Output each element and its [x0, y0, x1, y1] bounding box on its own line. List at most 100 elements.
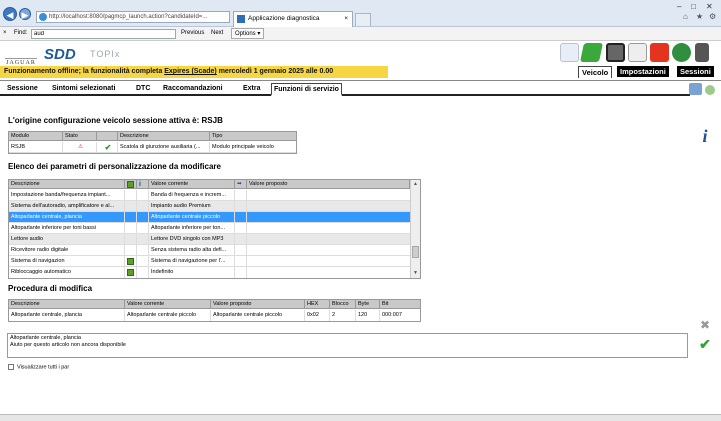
user-help-icon[interactable] [689, 83, 702, 95]
maximize-icon[interactable]: □ [691, 2, 696, 11]
param-row[interactable]: Sistema di navigazion Sistema di navigaz… [9, 256, 410, 267]
show-all-checkbox[interactable] [8, 364, 14, 370]
param-proposed[interactable] [247, 212, 410, 223]
param-row[interactable]: Sistema dell'autoradio, amplificatore e … [9, 201, 410, 212]
home-icon[interactable]: ⌂ [683, 12, 688, 21]
param-proposed[interactable] [247, 267, 410, 278]
param-row-selected[interactable]: Altoparlante centrale, plancia Altoparla… [9, 212, 410, 223]
back-button[interactable]: ◀ [3, 7, 17, 21]
help-magnifier-icon[interactable] [672, 43, 691, 62]
param-proposed[interactable] [247, 234, 410, 245]
param-arrow [235, 190, 247, 201]
param-row[interactable]: Ricevitore radio digitale Senza sistema … [9, 245, 410, 256]
param-scrollbar[interactable]: ▲ ▼ [410, 180, 420, 278]
menu-raccomandazioni[interactable]: Raccomandazioni [163, 83, 223, 94]
find-previous-button[interactable]: Previous [181, 27, 204, 40]
param-info [137, 212, 149, 223]
refresh-icon[interactable] [705, 85, 715, 95]
cell-modulo: RSJB [9, 142, 63, 153]
param-row[interactable]: Impostazione banda/frequenza impiant... … [9, 190, 410, 201]
cell-descrizione: Altoparlante centrale, plancia [9, 310, 125, 321]
menu-sintomi-selezionati[interactable]: Sintomi selezionati [52, 83, 115, 94]
network-plug-icon[interactable] [579, 43, 604, 62]
param-row[interactable]: Ribloccaggio automatico Indefinito [9, 267, 410, 278]
menu-sessione[interactable]: Sessione [7, 83, 38, 94]
new-tab-button[interactable] [355, 13, 371, 26]
show-all-params[interactable]: Visualizzare tutti i par [8, 364, 69, 371]
window-close-icon[interactable]: ✕ [706, 2, 713, 11]
param-flag [125, 190, 137, 201]
col-byte: Byte [356, 300, 380, 309]
param-flag-icon [125, 267, 137, 278]
find-input[interactable] [31, 29, 176, 39]
cancel-icon[interactable]: ✖ [695, 318, 715, 332]
param-flag [125, 223, 137, 234]
param-desc: Altoparlante inferiore per toni bassi [9, 223, 125, 234]
exit-door-icon[interactable] [695, 43, 709, 62]
col-arrow-icon: ➡ [235, 180, 247, 189]
nav-veicolo[interactable]: Veicolo [578, 66, 613, 78]
col-descrizione: Descrizione [9, 180, 125, 189]
col-descrizione: Descrizione [9, 300, 125, 309]
param-arrow [235, 245, 247, 256]
param-proposed[interactable] [247, 201, 410, 212]
col-tipo: Tipo [210, 132, 296, 141]
expires-link[interactable]: Expires (Scade) [164, 68, 217, 75]
param-proposed[interactable] [247, 256, 410, 267]
param-arrow [235, 201, 247, 212]
app-header: JAGUAR SDD TOPIx Funzionamento offline; … [0, 41, 721, 81]
param-proposed[interactable] [247, 190, 410, 201]
col-stato: Stato [63, 132, 97, 141]
param-desc: Altoparlante centrale, plancia [9, 212, 125, 223]
table-row[interactable]: Altoparlante centrale, plancia Altoparla… [9, 310, 420, 321]
section-procedure-title: Procedura di modifica [8, 284, 93, 293]
section-parameters-title: Elenco dei parametri di personalizzazion… [8, 162, 221, 171]
param-row[interactable]: Lettore audio Lettore DVD singolo con MP… [9, 234, 410, 245]
confirm-icon[interactable]: ✔ [695, 336, 715, 353]
favorites-icon[interactable]: ★ [696, 12, 703, 21]
col-check [97, 132, 118, 141]
scroll-thumb[interactable] [412, 246, 419, 258]
vehicle-comm-icon[interactable] [560, 43, 579, 62]
scroll-down-icon[interactable]: ▼ [412, 270, 419, 277]
tab-close-icon[interactable]: × [344, 12, 348, 26]
param-proposed[interactable] [247, 245, 410, 256]
param-info [137, 267, 149, 278]
find-close-icon[interactable]: × [3, 27, 7, 40]
table-row[interactable]: RSJB ⚠ ✔ Scatola di giunzione ausiliaria… [9, 142, 296, 153]
find-next-button[interactable]: Next [211, 27, 223, 40]
recorder-icon[interactable] [628, 43, 647, 62]
param-arrow [235, 256, 247, 267]
menu-funzioni-di-servizio[interactable]: Funzioni di servizio [271, 83, 342, 96]
printer-icon[interactable] [606, 43, 625, 62]
nav-impostazioni[interactable]: Impostazioni [617, 66, 669, 77]
param-info [137, 223, 149, 234]
param-proposed[interactable] [247, 223, 410, 234]
browser-chrome: ◀ ▶ http://localhost:8080/pagmcp_launch.… [0, 0, 721, 27]
param-flag [125, 212, 137, 223]
browser-tab[interactable]: Applicazione diagnostica × [233, 11, 353, 27]
scroll-up-icon[interactable]: ▲ [412, 181, 419, 188]
param-info [137, 256, 149, 267]
param-arrow [235, 234, 247, 245]
menu-extra[interactable]: Extra [243, 83, 261, 94]
param-desc: Sistema dell'autoradio, amplificatore e … [9, 201, 125, 212]
param-current: Banda di frequenza e increm... [149, 190, 235, 201]
info-icon[interactable]: i [695, 126, 715, 147]
col-bit: Bit [380, 300, 420, 309]
param-flag [125, 201, 137, 212]
forward-button[interactable]: ▶ [19, 8, 31, 20]
tab-favicon-icon [237, 15, 245, 23]
col-descrizione: Descrizione [118, 132, 210, 141]
nav-sessioni[interactable]: Sessioni [677, 66, 714, 77]
minimize-icon[interactable]: – [677, 2, 681, 11]
menu-dtc[interactable]: DTC [136, 83, 150, 94]
address-bar[interactable]: http://localhost:8080/pagmcp_launch.acti… [36, 11, 230, 23]
rss-feed-icon[interactable] [650, 43, 669, 62]
tools-gear-icon[interactable]: ⚙ [709, 12, 716, 21]
tab-title: Applicazione diagnostica [248, 15, 320, 22]
find-options-button[interactable]: Options ▾ [231, 28, 265, 39]
param-arrow [235, 223, 247, 234]
param-row[interactable]: Altoparlante inferiore per toni bassi Al… [9, 223, 410, 234]
find-label: Find: [14, 30, 28, 36]
